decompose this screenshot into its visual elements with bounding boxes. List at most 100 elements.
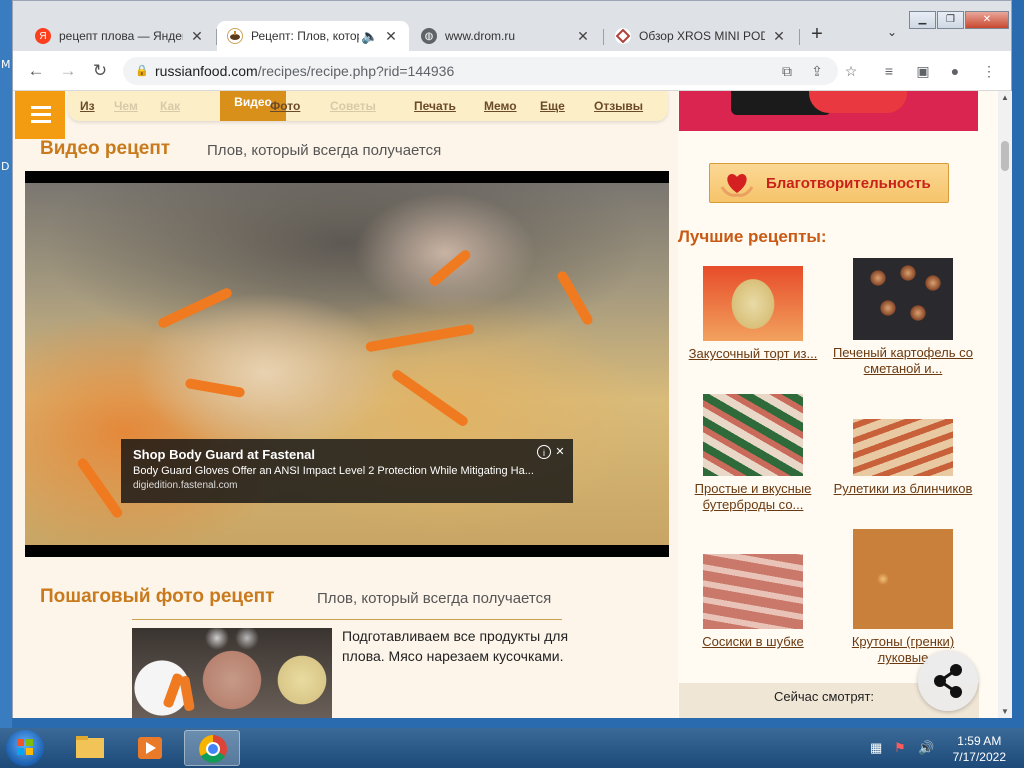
- menu-icon[interactable]: ⋮: [979, 61, 999, 81]
- tab-xros[interactable]: Обзор XROS MINI POD ✕: [605, 21, 797, 51]
- close-tab-icon[interactable]: ✕: [575, 28, 591, 45]
- back-icon[interactable]: ←: [25, 60, 47, 82]
- menu-reviews[interactable]: Отзывы: [594, 99, 643, 113]
- ad-close-icon[interactable]: ✕: [553, 445, 567, 459]
- recipe-caption[interactable]: Простые и вкусные бутерброды со...: [678, 481, 828, 513]
- charity-button[interactable]: Благотворительность: [709, 163, 949, 203]
- windows-logo-icon: [17, 739, 33, 755]
- minimize-button[interactable]: ▁: [909, 11, 936, 29]
- share-page-icon[interactable]: ⇪: [807, 61, 827, 81]
- recipe-thumb[interactable]: [853, 419, 953, 476]
- recipe-thumb[interactable]: [853, 258, 953, 340]
- menu-how[interactable]: Как: [160, 99, 180, 113]
- network-icon[interactable]: ▦: [870, 740, 882, 756]
- recipe-card[interactable]: Крутоны (гренки) луковые: [828, 529, 978, 666]
- close-tab-icon[interactable]: ✕: [189, 28, 205, 45]
- tab-title: www.drom.ru: [445, 29, 516, 43]
- new-tab-button[interactable]: +: [805, 23, 829, 46]
- recipe-caption[interactable]: Рулетики из блинчиков: [828, 481, 978, 497]
- volume-icon[interactable]: 🔊: [918, 740, 934, 756]
- chrome-taskbar-button[interactable]: [184, 730, 240, 766]
- address-bar[interactable]: 🔒 russianfood.com/recipes/recipe.php?rid…: [123, 57, 838, 85]
- ad-info-icon[interactable]: i: [537, 445, 551, 459]
- close-tab-icon[interactable]: ✕: [383, 28, 399, 45]
- profile-icon[interactable]: ●: [945, 61, 965, 81]
- menu-print[interactable]: Печать: [414, 99, 456, 113]
- reading-list-icon[interactable]: ≡: [879, 61, 899, 81]
- tab-yandex[interactable]: Я рецепт плова — Яндекс ✕: [25, 21, 215, 51]
- close-window-button[interactable]: ✕: [965, 11, 1009, 29]
- video-ad-overlay[interactable]: Shop Body Guard at Fastenal Body Guard G…: [121, 439, 573, 503]
- share-button[interactable]: [918, 651, 978, 711]
- menu-with[interactable]: Чем: [114, 99, 138, 113]
- url-host: russianfood.com: [155, 63, 258, 79]
- window-controls: ▁ ❐ ✕: [908, 11, 1009, 29]
- forward-icon[interactable]: →: [57, 60, 79, 82]
- clock[interactable]: 1:59 AM 7/17/2022: [953, 733, 1006, 765]
- recipe-card[interactable]: Простые и вкусные бутерброды со...: [678, 394, 828, 513]
- video-frame[interactable]: Shop Body Guard at Fastenal Body Guard G…: [25, 183, 669, 545]
- lock-icon[interactable]: 🔒: [135, 57, 149, 85]
- tab-separator: [799, 29, 800, 45]
- translate-icon[interactable]: ⧉: [777, 61, 797, 81]
- audio-icon[interactable]: 🔈: [361, 28, 378, 45]
- right-sidebar: Благотворительность Лучшие рецепты: Заку…: [678, 91, 998, 718]
- menu-from[interactable]: Из: [80, 99, 95, 113]
- photo-section-title: Пошаговый фото рецепт: [40, 586, 275, 607]
- scroll-up-icon[interactable]: ▲: [1001, 93, 1009, 102]
- step-1-photo[interactable]: [132, 628, 332, 718]
- page-viewport: Из Чем Как Видео Фото Советы Печать Мемо…: [13, 91, 998, 718]
- ad-text: Body Guard Gloves Offer an ANSI Impact L…: [133, 465, 534, 477]
- ad-banner[interactable]: [679, 91, 978, 131]
- heart-hands-icon: [720, 174, 754, 197]
- menu-tips[interactable]: Советы: [330, 99, 376, 113]
- site-menu-icon[interactable]: [15, 91, 65, 139]
- recipe-thumb[interactable]: [703, 394, 803, 476]
- tab-drom[interactable]: ◍ www.drom.ru ✕: [411, 21, 601, 51]
- reload-icon[interactable]: ↻: [89, 60, 111, 82]
- tab-title: Рецепт: Плов, который: [251, 29, 359, 43]
- maximize-button[interactable]: ❐: [937, 11, 964, 29]
- menu-photo[interactable]: Фото: [270, 99, 300, 113]
- recipe-thumb[interactable]: [853, 529, 953, 629]
- recipe-card[interactable]: Закусочный торт из...: [678, 266, 828, 362]
- recipe-card[interactable]: Сосиски в шубке: [678, 554, 828, 650]
- action-center-icon[interactable]: ⚑: [894, 740, 906, 756]
- tab-search-icon[interactable]: ⌄: [887, 25, 897, 39]
- clock-date: 7/17/2022: [952, 750, 1006, 764]
- scroll-down-icon[interactable]: ▼: [1001, 707, 1009, 716]
- recipe-thumb[interactable]: [703, 554, 803, 629]
- taskbar: ▦ ⚑ 🔊 1:59 AM 7/17/2022: [0, 728, 1024, 768]
- explorer-taskbar-button[interactable]: [62, 730, 118, 766]
- folder-icon: [76, 736, 104, 758]
- ad-controls: i ✕: [535, 445, 567, 459]
- browser-window: Я рецепт плова — Яндекс ✕ Рецепт: Плов, …: [12, 0, 1012, 718]
- bookmark-star-icon[interactable]: ☆: [841, 61, 861, 81]
- recipe-card[interactable]: Печеный картофель со сметаной и...: [828, 258, 978, 377]
- video-player[interactable]: Shop Body Guard at Fastenal Body Guard G…: [25, 171, 669, 557]
- menu-memo[interactable]: Мемо: [484, 99, 517, 113]
- recipe-caption[interactable]: Сосиски в шубке: [678, 634, 828, 650]
- recipe-caption[interactable]: Печеный картофель со сметаной и...: [828, 345, 978, 377]
- page-scrollbar[interactable]: ▲ ▼: [998, 91, 1012, 718]
- site-icon: [615, 28, 631, 44]
- close-tab-icon[interactable]: ✕: [771, 28, 787, 45]
- ad-domain[interactable]: digiedition.fastenal.com: [133, 480, 561, 491]
- recipe-menu: Из Чем Как Видео Фото Советы Печать Мемо…: [68, 91, 668, 121]
- recipe-caption[interactable]: Закусочный торт из...: [678, 346, 828, 362]
- ad-title[interactable]: Shop Body Guard at Fastenal: [133, 447, 561, 462]
- tab-recipe[interactable]: Рецепт: Плов, который 🔈 ✕: [217, 21, 409, 51]
- scroll-thumb[interactable]: [1001, 141, 1009, 171]
- menu-more[interactable]: Еще: [540, 99, 565, 113]
- start-button[interactable]: [6, 730, 44, 766]
- system-tray: ▦ ⚑ 🔊 1:59 AM 7/17/2022: [864, 728, 1024, 768]
- recipe-thumb[interactable]: [703, 266, 803, 341]
- recipe-card[interactable]: Рулетики из блинчиков: [828, 419, 978, 497]
- desktop-edge: M D: [0, 0, 12, 730]
- side-panel-icon[interactable]: ▣: [913, 61, 933, 81]
- globe-icon: ◍: [421, 28, 437, 44]
- tab-strip: Я рецепт плова — Яндекс ✕ Рецепт: Плов, …: [13, 1, 1011, 51]
- video-section-title: Видео рецепт: [40, 138, 171, 159]
- media-player-taskbar-button[interactable]: [122, 730, 178, 766]
- tab-title: Обзор XROS MINI POD: [639, 29, 765, 43]
